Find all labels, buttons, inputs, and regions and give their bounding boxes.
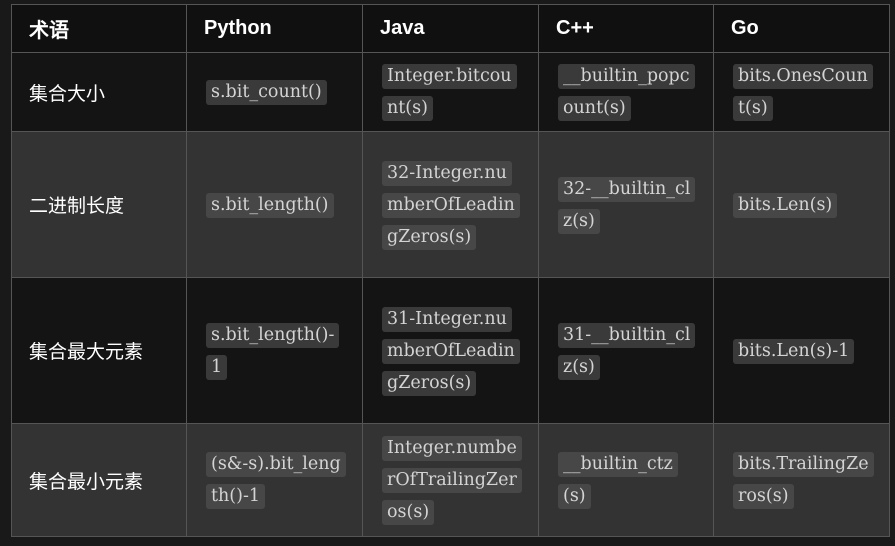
cpp-cell: __builtin_ctz(s) [538, 423, 714, 537]
python-code: (s&-s).bit_length()-1 [206, 452, 346, 509]
java-cell: 31-Integer.numberOfLeadingZeros(s) [362, 277, 539, 424]
term-cell: 集合最小元素 [11, 423, 187, 537]
header-row: 术语 Python Java C++ Go [11, 4, 890, 53]
java-cell: 32-Integer.numberOfLeadingZeros(s) [362, 131, 539, 278]
go-cell: bits.Len(s)-1 [713, 277, 890, 424]
go-code: bits.Len(s)-1 [733, 338, 855, 364]
java-code: 32-Integer.numberOfLeadingZeros(s) [382, 160, 520, 250]
python-code: s.bit_length()-1 [206, 322, 340, 380]
cpp-cell: 31-__builtin_clz(s) [538, 277, 714, 424]
go-code: bits.Len(s) [733, 192, 838, 218]
header-term: 术语 [11, 4, 187, 53]
cpp-cell: 32-__builtin_clz(s) [538, 131, 714, 278]
term-cell: 集合最大元素 [11, 277, 187, 424]
cpp-code: 32-__builtin_clz(s) [558, 176, 696, 234]
cpp-cell: __builtin_popcount(s) [538, 52, 714, 132]
term-cell: 集合大小 [11, 52, 187, 132]
header-java: Java [362, 4, 539, 53]
go-code: bits.OnesCount(s) [733, 64, 873, 121]
java-code: Integer.numberOfTrailingZeros(s) [382, 436, 522, 525]
cpp-code: 31-__builtin_clz(s) [558, 322, 696, 380]
java-code: Integer.bitcount(s) [382, 64, 517, 121]
python-code: s.bit_count() [206, 80, 327, 105]
go-cell: bits.TrailingZeros(s) [713, 423, 890, 537]
table-row: 集合大小 s.bit_count() Integer.bitcount(s) _… [11, 52, 890, 132]
header-python: Python [186, 4, 363, 53]
python-cell: (s&-s).bit_length()-1 [186, 423, 363, 537]
table-row: 二进制长度 s.bit_length() 32-Integer.numberOf… [11, 131, 890, 278]
python-cell: s.bit_count() [186, 52, 363, 132]
cpp-code: __builtin_popcount(s) [558, 64, 695, 121]
term-cell: 二进制长度 [11, 131, 187, 278]
python-cell: s.bit_length()-1 [186, 277, 363, 424]
go-cell: bits.Len(s) [713, 131, 890, 278]
header-cpp: C++ [538, 4, 714, 53]
java-code: 31-Integer.numberOfLeadingZeros(s) [382, 306, 520, 396]
comparison-table: 术语 Python Java C++ Go 集合大小 s.bit_count()… [11, 4, 890, 537]
python-code: s.bit_length() [206, 192, 334, 218]
header-go: Go [713, 4, 890, 53]
cpp-code: __builtin_ctz(s) [558, 452, 678, 509]
table-row: 集合最小元素 (s&-s).bit_length()-1 Integer.num… [11, 423, 890, 537]
go-code: bits.TrailingZeros(s) [733, 452, 874, 509]
python-cell: s.bit_length() [186, 131, 363, 278]
table-row: 集合最大元素 s.bit_length()-1 31-Integer.numbe… [11, 277, 890, 424]
java-cell: Integer.numberOfTrailingZeros(s) [362, 423, 539, 537]
java-cell: Integer.bitcount(s) [362, 52, 539, 132]
go-cell: bits.OnesCount(s) [713, 52, 890, 132]
